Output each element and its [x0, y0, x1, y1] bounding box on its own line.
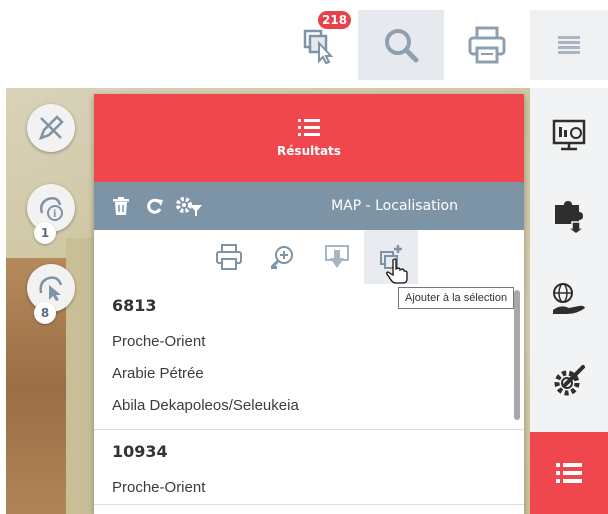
hamburger-menu-icon	[558, 36, 580, 54]
tooltip: Ajouter à la sélection	[398, 287, 515, 309]
select-pointer-icon	[39, 276, 63, 301]
trash-icon	[113, 197, 129, 215]
svg-text:i: i	[53, 209, 56, 220]
zoom-to-results-button[interactable]	[256, 230, 310, 284]
results-toolbar: MAP - Localisation	[94, 182, 524, 230]
gear-wrench-icon	[554, 365, 585, 396]
info-query-icon: i	[40, 197, 63, 221]
result-region: Proche-Orient	[112, 333, 206, 350]
result-place: Abila Dekapoleos/Seleukeia	[112, 397, 299, 414]
puzzle-download-icon	[555, 201, 586, 234]
draw-tool-button[interactable]	[27, 104, 75, 152]
result-region: Proche-Orient	[112, 479, 206, 496]
clear-results-button[interactable]	[106, 191, 136, 221]
addons-button[interactable]	[530, 176, 608, 258]
list-results-icon	[556, 463, 582, 483]
zoom-to-icon	[270, 246, 293, 269]
selection-count-badge: 218	[316, 9, 354, 31]
info-count-badge: 1	[34, 222, 56, 244]
search-button[interactable]	[358, 10, 444, 80]
result-province: Arabie Pétrée	[112, 365, 204, 382]
draw-pencil-icon	[38, 115, 64, 141]
hand-cursor-icon	[386, 258, 408, 284]
tools-settings-button[interactable]	[530, 340, 608, 422]
dashboard-button[interactable]	[530, 94, 608, 176]
monitor-dashboard-icon	[552, 119, 586, 151]
panel-title: Résultats	[277, 144, 341, 158]
refresh-results-button[interactable]	[140, 191, 170, 221]
main-menu-button[interactable]	[530, 10, 608, 80]
result-actions	[94, 230, 524, 284]
select-count-badge: 8	[34, 302, 56, 324]
list-results-icon	[298, 119, 320, 136]
print-icon	[216, 244, 242, 270]
print-button[interactable]	[444, 10, 530, 80]
top-toolbar: 218	[0, 0, 608, 88]
results-panel-toggle[interactable]	[530, 432, 608, 514]
search-icon	[385, 29, 419, 63]
share-map-button[interactable]	[530, 258, 608, 340]
results-list: 6813 Proche-Orient Arabie Pétrée Abila D…	[94, 284, 524, 514]
right-sidebar	[530, 88, 608, 514]
layer-name: MAP - Localisation	[331, 198, 458, 214]
globe-hand-icon	[553, 283, 585, 314]
export-down-icon	[325, 245, 349, 268]
filter-settings-button[interactable]	[174, 191, 204, 221]
export-results-button[interactable]	[310, 230, 364, 284]
gear-filter-icon	[176, 197, 202, 216]
selection-cursor-icon	[303, 29, 334, 65]
printer-icon	[468, 26, 506, 64]
results-scrollbar[interactable]	[514, 290, 520, 420]
print-results-button[interactable]	[202, 230, 256, 284]
refresh-icon	[147, 198, 163, 214]
app-root: 218 i 1 8 Résultats MAP - Localisation 6…	[0, 0, 608, 514]
result-item[interactable]: 10934 Proche-Orient	[94, 430, 524, 505]
results-panel-header: Résultats	[94, 94, 524, 182]
result-id: 10934	[112, 442, 168, 461]
